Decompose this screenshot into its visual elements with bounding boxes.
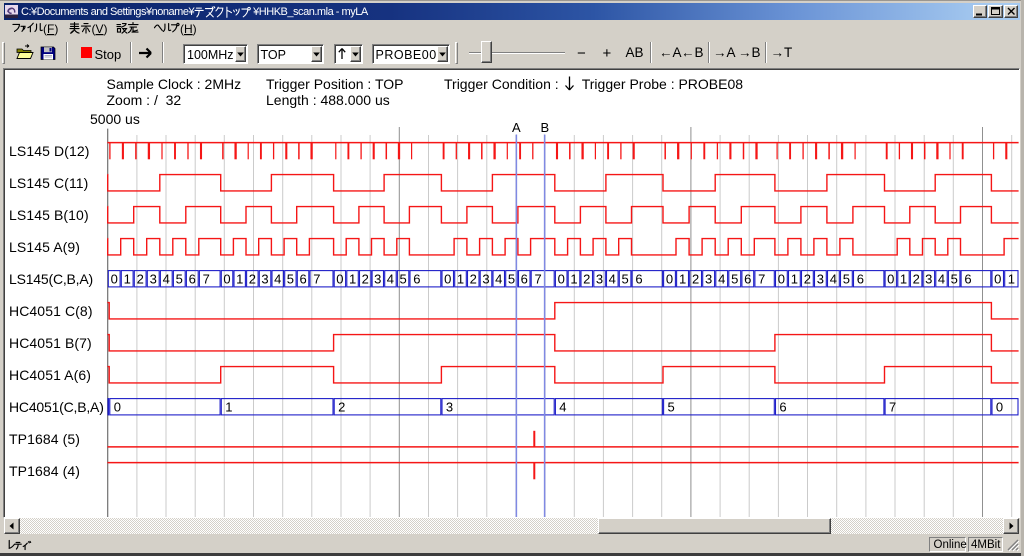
svg-text:0: 0 bbox=[558, 271, 565, 286]
svg-text:3: 3 bbox=[817, 271, 824, 286]
svg-text:5: 5 bbox=[843, 271, 850, 286]
svg-text:1: 1 bbox=[679, 271, 686, 286]
svg-text:6: 6 bbox=[744, 271, 751, 286]
svg-text:1: 1 bbox=[124, 271, 131, 286]
svg-text:4: 4 bbox=[559, 399, 566, 414]
svg-text:2: 2 bbox=[804, 271, 811, 286]
svg-text:6: 6 bbox=[521, 271, 528, 286]
svg-text:6: 6 bbox=[779, 399, 786, 414]
svg-text:1: 1 bbox=[900, 271, 907, 286]
svg-text:1: 1 bbox=[457, 271, 464, 286]
svg-text:4: 4 bbox=[718, 271, 725, 286]
svg-text:3: 3 bbox=[482, 271, 489, 286]
svg-text:0: 0 bbox=[666, 271, 673, 286]
svg-text:0: 0 bbox=[996, 399, 1003, 414]
svg-text:7: 7 bbox=[889, 399, 896, 414]
svg-text:4: 4 bbox=[274, 271, 281, 286]
svg-text:4: 4 bbox=[387, 271, 394, 286]
svg-text:(V): (V) bbox=[92, 22, 108, 36]
svg-text:4: 4 bbox=[938, 271, 945, 286]
svg-text:0: 0 bbox=[111, 271, 118, 286]
svg-text:3: 3 bbox=[150, 271, 157, 286]
svg-text:1: 1 bbox=[791, 271, 798, 286]
svg-text:6: 6 bbox=[189, 271, 196, 286]
svg-text:1: 1 bbox=[236, 271, 243, 286]
svg-text:0: 0 bbox=[114, 399, 121, 414]
svg-text:2: 2 bbox=[362, 271, 369, 286]
svg-text:1: 1 bbox=[570, 271, 577, 286]
svg-text:2: 2 bbox=[338, 399, 345, 414]
svg-text:4: 4 bbox=[495, 271, 502, 286]
svg-text:3: 3 bbox=[925, 271, 932, 286]
svg-text:4: 4 bbox=[163, 271, 170, 286]
svg-text:7: 7 bbox=[534, 271, 541, 286]
svg-text:6: 6 bbox=[299, 271, 306, 286]
svg-text:3: 3 bbox=[374, 271, 381, 286]
svg-text:0: 0 bbox=[336, 271, 343, 286]
svg-text:7: 7 bbox=[758, 271, 765, 286]
svg-text:0: 0 bbox=[994, 271, 1001, 286]
svg-text:5: 5 bbox=[508, 271, 515, 286]
svg-text:5: 5 bbox=[951, 271, 958, 286]
svg-text:5: 5 bbox=[668, 399, 675, 414]
svg-text:5: 5 bbox=[621, 271, 628, 286]
svg-text:4: 4 bbox=[830, 271, 837, 286]
svg-text:6: 6 bbox=[413, 271, 420, 286]
svg-text:7: 7 bbox=[203, 271, 210, 286]
svg-text:2: 2 bbox=[470, 271, 477, 286]
svg-text:2: 2 bbox=[583, 271, 590, 286]
svg-text:1: 1 bbox=[1008, 271, 1015, 286]
svg-text:3: 3 bbox=[596, 271, 603, 286]
svg-text:0: 0 bbox=[444, 271, 451, 286]
svg-text:2: 2 bbox=[249, 271, 256, 286]
svg-text:(F): (F) bbox=[43, 22, 58, 36]
svg-text:2: 2 bbox=[913, 271, 920, 286]
svg-text:0: 0 bbox=[223, 271, 230, 286]
svg-text:5: 5 bbox=[176, 271, 183, 286]
svg-text:7: 7 bbox=[313, 271, 320, 286]
svg-text:2: 2 bbox=[692, 271, 699, 286]
svg-text:3: 3 bbox=[446, 399, 453, 414]
svg-text:5: 5 bbox=[731, 271, 738, 286]
svg-text:5: 5 bbox=[287, 271, 294, 286]
svg-text:6: 6 bbox=[964, 271, 971, 286]
svg-text:6: 6 bbox=[857, 271, 864, 286]
svg-text:0: 0 bbox=[778, 271, 785, 286]
svg-text:2: 2 bbox=[137, 271, 144, 286]
svg-text:6: 6 bbox=[635, 271, 642, 286]
svg-text:5: 5 bbox=[399, 271, 406, 286]
svg-text:3: 3 bbox=[261, 271, 268, 286]
svg-text:4: 4 bbox=[609, 271, 616, 286]
svg-text:0: 0 bbox=[887, 271, 894, 286]
svg-text:1: 1 bbox=[349, 271, 356, 286]
svg-text:(H): (H) bbox=[180, 22, 197, 36]
svg-text:1: 1 bbox=[225, 399, 232, 414]
svg-text:3: 3 bbox=[705, 271, 712, 286]
